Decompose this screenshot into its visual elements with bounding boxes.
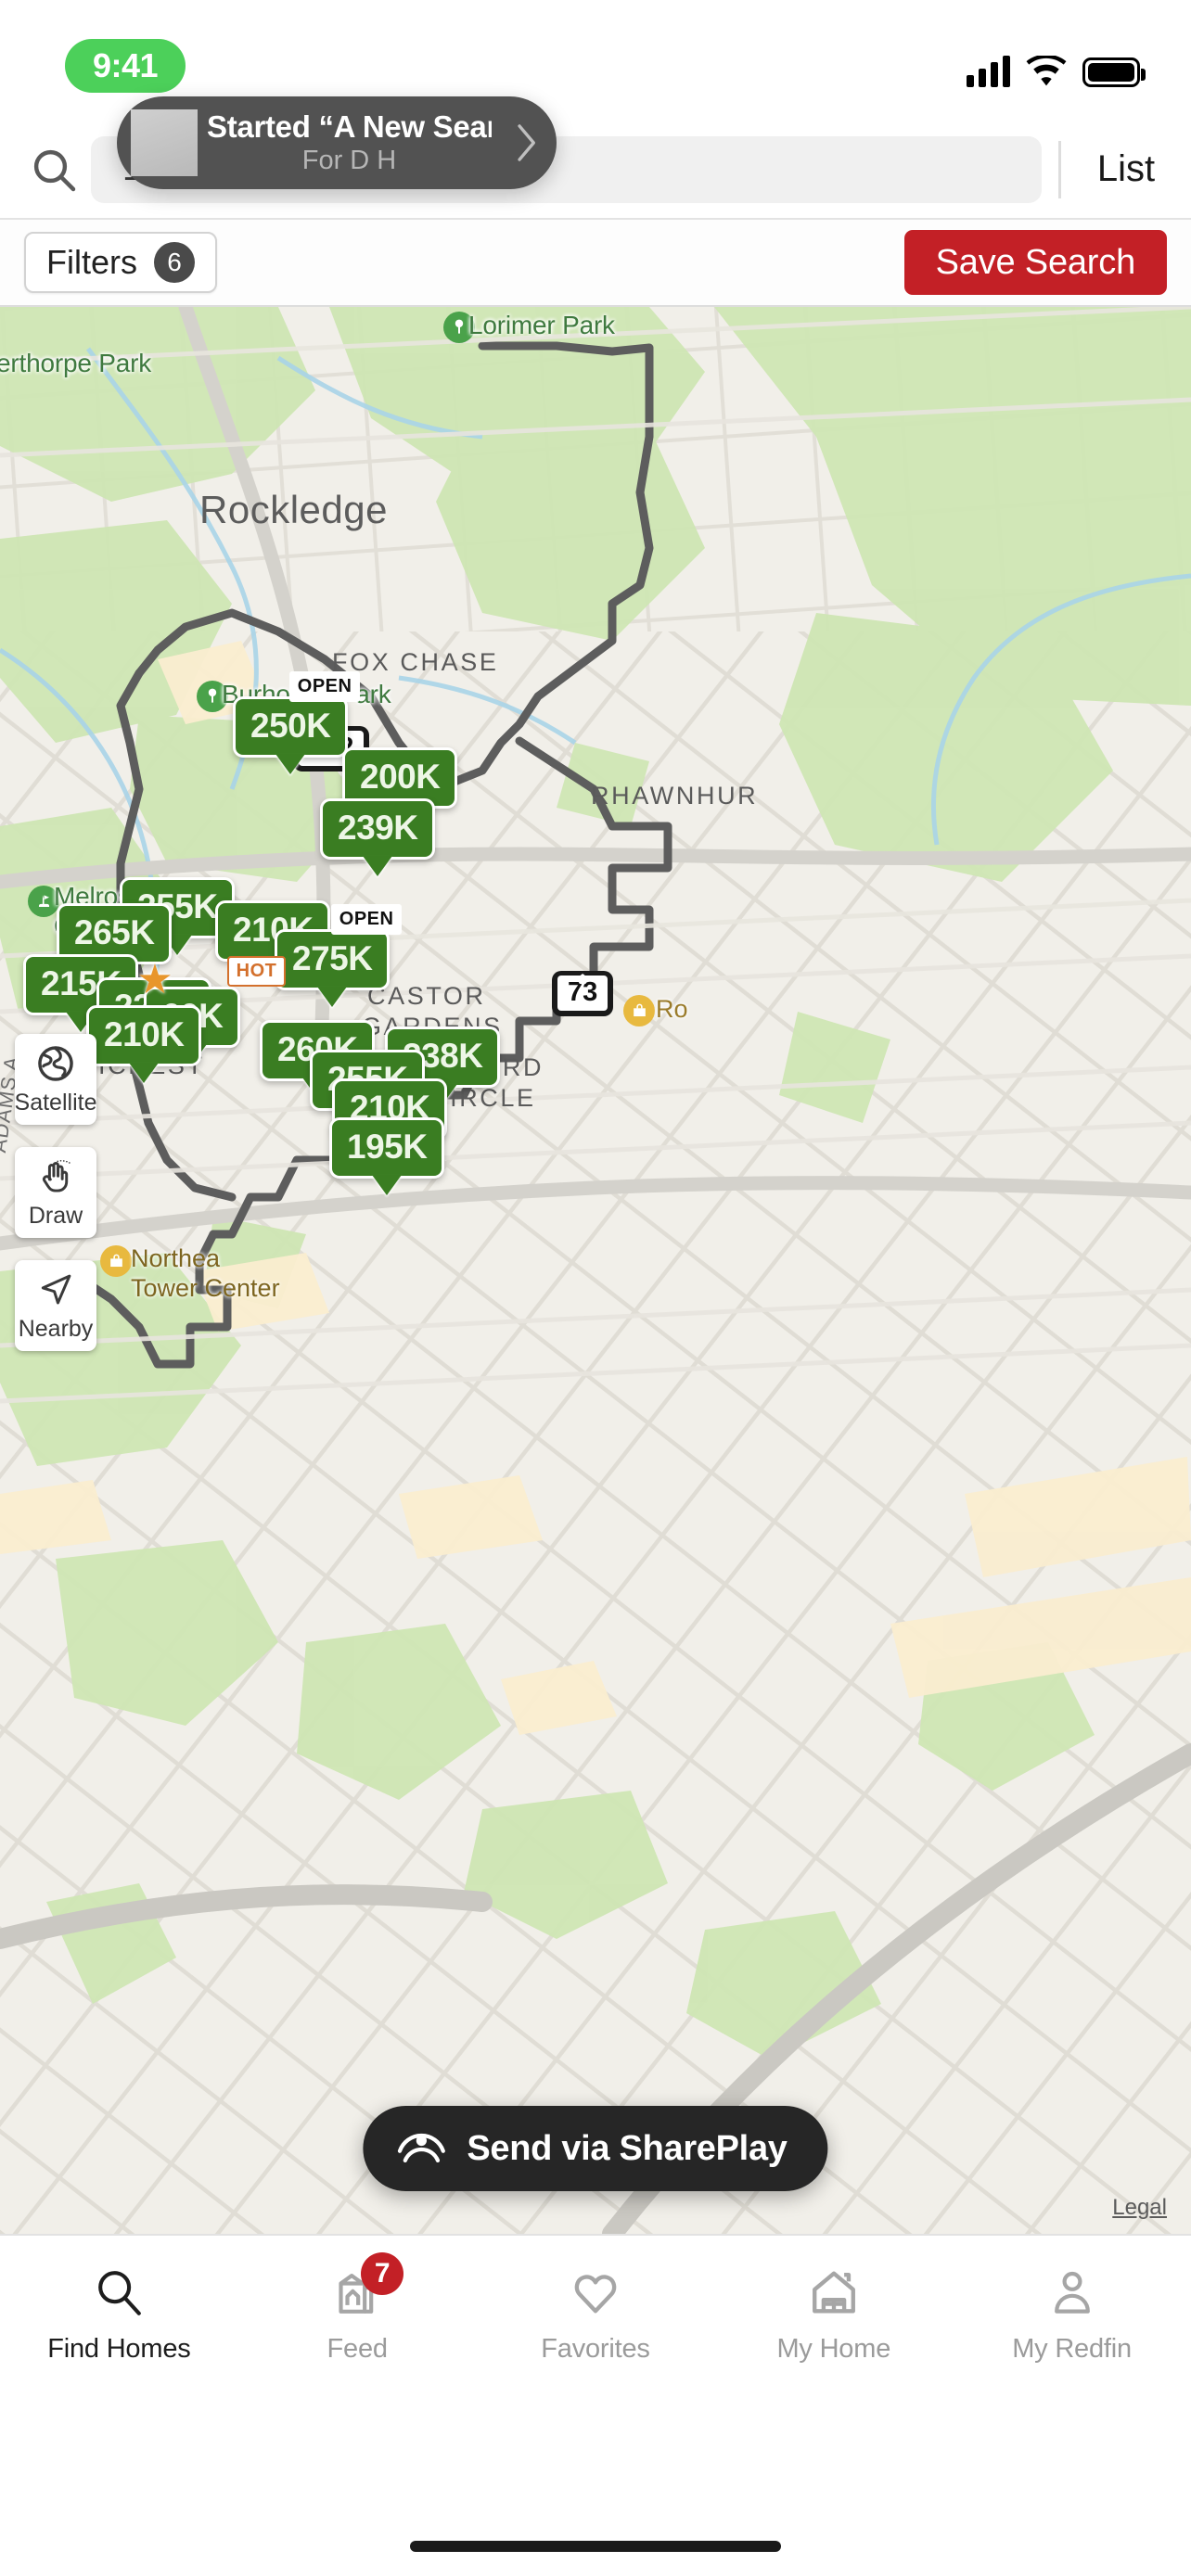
shareplay-label: Send via SharePlay: [467, 2128, 788, 2168]
feed-icon: 7: [331, 2252, 404, 2319]
battery-icon: [1082, 57, 1146, 87]
satellite-label: Satellite: [14, 1090, 97, 1116]
golf-marker-icon: [28, 886, 59, 917]
send-via-shareplay-button[interactable]: Send via SharePlay: [363, 2106, 828, 2191]
nearby-button[interactable]: Nearby: [15, 1260, 96, 1351]
tab-favorites[interactable]: Favorites: [477, 2262, 715, 2365]
price-pin[interactable]: 250K OPEN: [233, 671, 361, 758]
price-pin[interactable]: 210K: [86, 1005, 202, 1066]
notification-title: Started “A New Search • Tap t: [207, 109, 492, 144]
price-pin-label: 265K: [74, 913, 155, 951]
tab-find-homes[interactable]: Find Homes: [0, 2262, 238, 2365]
tab-label: Feed: [327, 2334, 389, 2364]
globe-icon: [35, 1042, 76, 1085]
cellular-bars-icon: [967, 54, 1010, 87]
status-indicators: [967, 45, 1146, 87]
filters-button[interactable]: Filters 6: [24, 232, 217, 293]
notification-subtitle: For D H: [301, 146, 397, 175]
shareplay-icon: [396, 2122, 446, 2176]
map-controls: Satellite Draw Nearby: [15, 1034, 96, 1351]
home-indicator: [410, 2541, 781, 2552]
search-icon[interactable]: [28, 144, 80, 196]
draw-hand-icon: [35, 1155, 76, 1198]
list-view-button[interactable]: List: [1061, 148, 1191, 190]
legal-link[interactable]: Legal: [1112, 2195, 1167, 2221]
open-house-badge: OPEN: [330, 904, 403, 935]
notification-thumbnail: [131, 109, 198, 176]
filters-count-badge: 6: [154, 242, 195, 283]
nearby-label: Nearby: [18, 1316, 94, 1342]
tab-my-home[interactable]: My Home: [714, 2262, 953, 2365]
park-marker-icon: [197, 681, 228, 712]
heart-icon: [569, 2262, 622, 2319]
tab-label: My Home: [776, 2334, 891, 2364]
tab-my-redfin[interactable]: My Redfin: [953, 2262, 1191, 2365]
person-icon: [1046, 2262, 1098, 2319]
map-canvas[interactable]: Rockledge FOX CHASE RHAWNHUR CASTOR GARD…: [0, 307, 1191, 2234]
feed-badge: 7: [361, 2252, 404, 2295]
price-pin-label: 250K: [250, 707, 331, 745]
magnifier-icon: [92, 2262, 146, 2319]
house-icon: [807, 2262, 861, 2319]
map-tiles: [0, 307, 1191, 2234]
chevron-right-icon[interactable]: [495, 120, 557, 166]
shopping-marker-icon: [100, 1245, 132, 1277]
highway-shield-73: 73: [552, 971, 614, 1016]
tab-label: Find Homes: [47, 2334, 191, 2364]
satellite-toggle-button[interactable]: Satellite: [15, 1034, 96, 1125]
app-screen: Rockledge FOX CHASE RHAWNHUR CASTOR GARD…: [0, 0, 1191, 2576]
open-house-badge: OPEN: [288, 671, 361, 702]
tab-label: Favorites: [541, 2334, 650, 2364]
hot-badge: HOT: [226, 956, 287, 987]
bottom-tab-bar: Find Homes 7 Feed Favorites My Home My R…: [0, 2234, 1191, 2576]
price-pin-label: 275K: [292, 939, 373, 977]
tab-feed[interactable]: 7 Feed: [238, 2252, 477, 2365]
highway-shield-label: 73: [557, 976, 608, 1011]
price-pin-label: 239K: [338, 809, 418, 847]
tab-label: My Redfin: [1012, 2334, 1132, 2364]
status-time: 9:41: [65, 39, 186, 93]
price-pin[interactable]: 239K: [320, 798, 436, 860]
filters-label: Filters: [46, 243, 137, 281]
price-pin-label: 210K: [104, 1015, 185, 1053]
wifi-icon: [1026, 54, 1067, 87]
notification-banner[interactable]: Started “A New Search • Tap t For D H: [117, 96, 557, 189]
price-pin[interactable]: 275K OPEN: [275, 904, 403, 990]
draw-label: Draw: [28, 1203, 83, 1229]
save-search-button[interactable]: Save Search: [903, 230, 1167, 295]
price-pin-label: 195K: [347, 1128, 428, 1166]
notification-text: Started “A New Search • Tap t For D H: [198, 109, 495, 176]
park-marker-icon: [443, 312, 475, 343]
price-pin[interactable]: 195K: [329, 1117, 445, 1179]
navigation-arrow-icon: [36, 1269, 75, 1311]
filter-bar: Filters 6 Save Search: [0, 218, 1191, 307]
draw-button[interactable]: Draw: [15, 1147, 96, 1238]
shopping-marker-icon: [623, 995, 655, 1027]
price-pin-label: 200K: [360, 758, 441, 796]
